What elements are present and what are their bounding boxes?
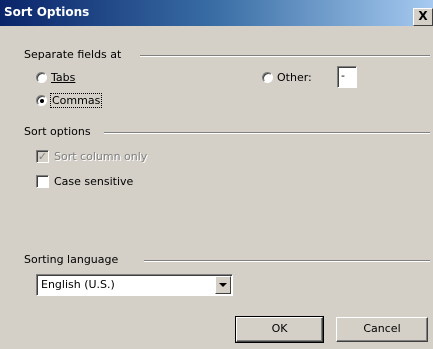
- sort-options-divider: [104, 132, 430, 134]
- commas-radio[interactable]: [36, 95, 47, 106]
- commas-radio-label: Commas: [49, 93, 103, 108]
- tabs-radio-label: Tabs: [51, 71, 75, 84]
- separate-fields-divider: [140, 55, 430, 57]
- other-radio[interactable]: [262, 72, 273, 83]
- close-button[interactable]: X: [413, 8, 433, 26]
- sort-column-only-checkbox[interactable]: ✓: [36, 150, 49, 163]
- separate-fields-group-label: Separate fields at: [24, 48, 125, 61]
- sorting-language-value: English (U.S.): [41, 278, 115, 291]
- other-radio-label: Other:: [277, 71, 312, 84]
- case-sensitive-label: Case sensitive: [54, 175, 134, 188]
- sort-column-only-option[interactable]: ✓ Sort column only: [36, 150, 147, 163]
- tabs-label-text: Tabs: [51, 71, 76, 84]
- title-bar: Sort Options X: [0, 0, 433, 26]
- commas-radio-option[interactable]: Commas: [36, 93, 103, 108]
- sorting-language-divider: [144, 260, 430, 262]
- close-icon: X: [418, 9, 428, 23]
- other-radio-option[interactable]: Other:: [262, 71, 312, 84]
- case-sensitive-option[interactable]: Case sensitive: [36, 175, 133, 188]
- case-sensitive-checkbox[interactable]: [36, 175, 49, 188]
- other-separator-input[interactable]: -: [337, 66, 357, 88]
- tabs-radio-option[interactable]: Tabs: [36, 71, 75, 84]
- ok-button[interactable]: OK: [235, 316, 324, 343]
- sorting-language-select[interactable]: English (U.S.): [36, 274, 233, 296]
- sort-options-dialog: Sort Options X Separate fields at Tabs C…: [0, 0, 433, 349]
- cancel-button[interactable]: Cancel: [336, 317, 428, 342]
- sort-options-group-label: Sort options: [24, 125, 94, 138]
- tabs-radio[interactable]: [36, 72, 47, 83]
- chevron-down-icon[interactable]: [215, 276, 231, 294]
- sorting-language-group-label: Sorting language: [24, 253, 122, 266]
- dialog-title: Sort Options: [4, 5, 90, 19]
- sort-column-only-label: Sort column only: [54, 150, 148, 163]
